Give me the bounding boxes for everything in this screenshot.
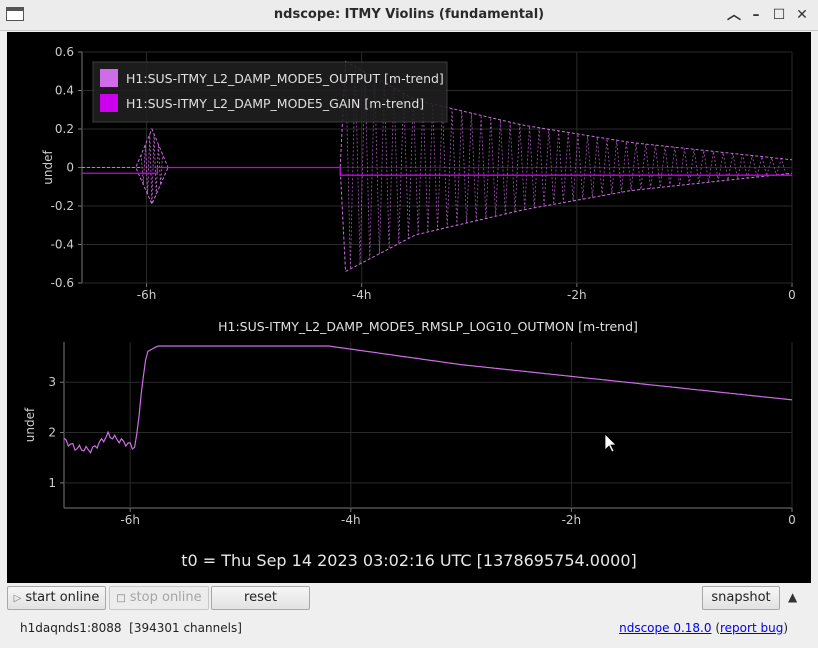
plot2-title: H1:SUS-ITMY_L2_DAMP_MODE5_RMSLP_LOG10_OU… — [218, 319, 638, 334]
y-tick-label: 0.4 — [55, 84, 74, 98]
y-axis-label: undef — [23, 407, 37, 442]
legend-label-output: H1:SUS-ITMY_L2_DAMP_MODE5_OUTPUT [m-tren… — [126, 71, 444, 86]
y-tick-label: 0 — [66, 161, 74, 175]
y-tick-label: 3 — [48, 375, 56, 389]
mouse-cursor-icon — [604, 433, 617, 453]
y-tick-label: -0.6 — [51, 276, 74, 290]
x-tick-label: 0 — [788, 513, 796, 527]
x-tick-label: -4h — [341, 513, 361, 527]
output-envelope-min — [82, 167, 793, 273]
maximize-icon[interactable]: ☐ — [769, 5, 789, 25]
window-title: ndscope: ITMY Violins (fundamental) — [273, 7, 545, 22]
y-tick-label: 0.2 — [55, 122, 74, 136]
play-icon: ▷ — [13, 593, 22, 604]
server-status: h1daqnds1:8088 [394301 channels] — [20, 621, 242, 635]
keep-above-icon[interactable]: ︿ — [724, 5, 744, 25]
version-links: ndscope 0.18.0 (report bug) — [619, 621, 788, 635]
y-tick-label: 1 — [48, 476, 56, 490]
x-tick-label: -4h — [352, 288, 372, 302]
close-icon[interactable]: ✕ — [792, 5, 812, 25]
title-bar: ndscope: ITMY Violins (fundamental) ︿ – … — [0, 0, 818, 31]
expand-up-icon[interactable]: ▲ — [788, 590, 797, 604]
x-tick-label: -6h — [120, 513, 140, 527]
legend-swatch-output — [100, 69, 118, 87]
minimize-icon[interactable]: – — [746, 5, 766, 25]
y-axis-label: undef — [41, 150, 55, 185]
x-tick-label: -2h — [567, 288, 587, 302]
version-link[interactable]: ndscope 0.18.0 — [619, 621, 711, 635]
gain-series-line — [82, 166, 792, 176]
legend-label-gain: H1:SUS-ITMY_L2_DAMP_MODE5_GAIN [m-trend] — [126, 96, 424, 111]
plots-svg[interactable]: -6h -4h -2h 0 0.6 0.4 0.2 0 -0.2 -0.4 -0.6 undef H1:… — [7, 32, 811, 583]
start-online-button[interactable]: ▷ start online — [7, 586, 106, 610]
output-bump-trace — [140, 134, 164, 205]
reset-button[interactable]: reset — [211, 586, 310, 610]
x-tick-label: -2h — [562, 513, 582, 527]
legend-swatch-gain — [100, 94, 118, 112]
y-tick-label: -0.2 — [51, 199, 74, 213]
stop-icon: □ — [116, 593, 126, 604]
report-bug-link[interactable]: report bug — [720, 621, 783, 635]
x-tick-label: 0 — [788, 288, 796, 302]
y-tick-label: 0.6 — [55, 45, 74, 59]
stop-online-button[interactable]: □ stop online — [109, 586, 209, 610]
rmslp-series-line — [63, 345, 793, 455]
t0-label: t0 = Thu Sep 14 2023 03:02:16 UTC [13786… — [181, 551, 637, 570]
y-tick-label: 2 — [48, 426, 56, 440]
y-tick-label: -0.4 — [51, 238, 74, 252]
snapshot-button[interactable]: snapshot — [702, 586, 780, 610]
x-tick-label: -6h — [137, 288, 157, 302]
plot-area[interactable]: -6h -4h -2h 0 0.6 0.4 0.2 0 -0.2 -0.4 -0.6 undef H1:… — [7, 32, 811, 583]
legend: H1:SUS-ITMY_L2_DAMP_MODE5_OUTPUT [m-tren… — [92, 61, 448, 123]
